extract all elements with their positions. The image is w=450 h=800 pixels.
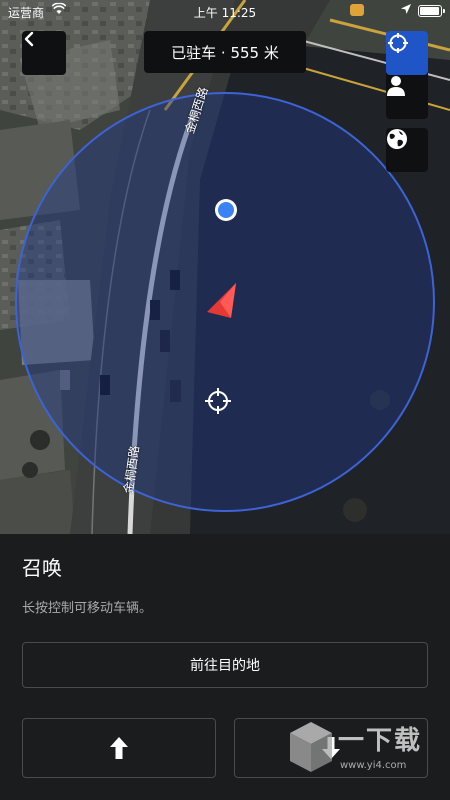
panel-description: 长按控制可移动车辆。 (22, 601, 153, 616)
app-badge-icon (350, 4, 364, 16)
back-button[interactable] (22, 31, 66, 75)
status-bar: 运营商 上午 11:25 (0, 0, 450, 24)
move-forward-button[interactable] (22, 718, 216, 778)
recenter-button[interactable] (386, 31, 428, 75)
satellite-map (0, 0, 450, 534)
watermark-cube-icon (290, 722, 332, 772)
panel-title: 召唤 (22, 556, 62, 580)
person-icon (387, 76, 405, 96)
globe-icon (387, 129, 407, 149)
crosshair-icon (388, 33, 408, 53)
go-to-destination-button[interactable]: 前往目的地 (22, 642, 428, 688)
go-to-destination-label: 前往目的地 (190, 658, 260, 674)
watermark: 一下载 www.yi4.com (288, 714, 438, 784)
chevron-left-icon (24, 31, 34, 47)
arrow-up-icon (110, 737, 128, 759)
watermark-text: 一下载 (338, 726, 423, 756)
map-view[interactable]: 金桐西路 金桐西路 运营商 上午 11:25 已驻车 · 555 米 (0, 0, 450, 534)
watermark-url: www.yi4.com (340, 760, 407, 771)
parking-status-text: 已驻车 · 555 米 (171, 43, 279, 62)
map-type-button[interactable] (386, 128, 428, 172)
status-time: 上午 11:25 (193, 6, 257, 20)
battery-icon (418, 5, 445, 17)
person-button[interactable] (386, 75, 428, 119)
parking-status-pill: 已驻车 · 555 米 (144, 31, 306, 73)
map-control-stack (386, 31, 428, 119)
